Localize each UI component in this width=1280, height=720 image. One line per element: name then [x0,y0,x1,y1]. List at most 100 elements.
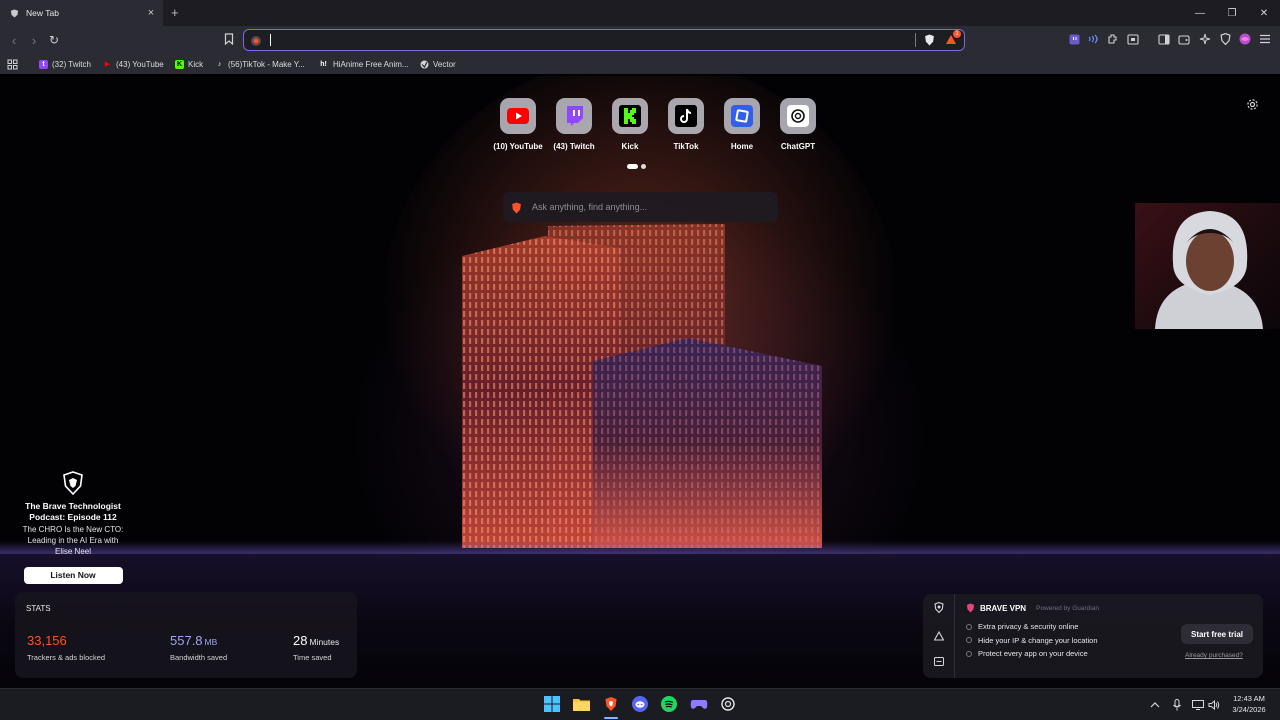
restore-button[interactable]: ❐ [1216,0,1248,26]
bookmark-label: (56)TikTok - Make Y... [228,59,305,69]
address-bar-divider [915,33,916,47]
top-site-tile[interactable] [500,98,536,134]
new-tab-button[interactable]: + [171,5,179,20]
minimize-button[interactable]: — [1184,0,1216,26]
file-explorer-icon[interactable] [572,695,590,713]
promo-description: The CHRO Is the New CTO: Leading in the … [22,525,124,556]
tiktok-icon [675,105,697,127]
search-box[interactable]: Ask anything, find anything... [503,192,778,222]
start-free-trial-button[interactable]: Start free trial [1181,624,1253,644]
vector-icon [420,60,429,69]
check-circle-icon [966,650,972,657]
bookmark-hianime[interactable]: h! HiAnime Free Anim... [318,57,409,71]
top-sites-pager [627,164,646,169]
chatgpt-icon[interactable] [719,695,737,713]
bookmark-tiktok[interactable]: ♪ (56)TikTok - Make Y... [215,57,305,71]
tab-strip: New Tab × + — ❐ ✕ [0,0,1280,26]
address-bar[interactable]: 1 [243,29,965,51]
chatgpt-icon [787,105,809,127]
top-site-tile[interactable] [556,98,592,134]
game-controller-icon[interactable] [690,695,708,713]
sidebar-icon[interactable] [1157,32,1171,46]
system-clock[interactable]: 12:43 AM 3/24/2026 [1222,693,1276,715]
volume-icon[interactable] [1207,698,1221,712]
already-purchased-link[interactable]: Already purchased? [1185,652,1243,659]
person-silhouette [1155,211,1263,329]
stat-label: Time saved [293,653,332,662]
discord-icon[interactable] [631,695,649,713]
back-button[interactable]: ‹ [6,32,22,48]
top-site-tiktok[interactable]: TikTok [664,98,708,151]
wallet-icon[interactable] [1177,32,1191,46]
vpn-shield-icon[interactable] [933,602,944,613]
microphone-icon[interactable] [1170,698,1184,712]
top-site-tile[interactable] [780,98,816,134]
top-site-youtube[interactable]: (10) YouTube [493,98,543,151]
brave-shields-icon[interactable] [922,33,936,47]
tab-new-tab[interactable]: New Tab × [0,0,163,26]
apps-grid-icon[interactable] [7,57,18,71]
active-app-indicator [604,717,618,719]
kick-icon: K [175,59,184,69]
spotify-icon[interactable] [660,695,678,713]
brave-vpn-icon [966,603,975,613]
twitch-extension-icon[interactable] [1067,32,1081,46]
menu-icon[interactable] [1258,32,1272,46]
bookmark-label: Kick [188,59,204,69]
vpn-feature-text: Protect every app on your device [978,649,1088,659]
close-window-button[interactable]: ✕ [1248,0,1280,26]
bookmark-vector[interactable]: Vector [420,57,456,71]
brave-shield-icon [10,8,19,18]
vpn-powered-by: Powered by Guardian [1036,604,1099,612]
gear-icon[interactable] [1246,98,1259,111]
extensions-icon[interactable] [1106,32,1120,46]
vpn-feature: Hide your IP & change your location [966,634,1098,648]
top-site-twitch[interactable]: (43) Twitch [552,98,596,151]
audio-wave-icon[interactable] [1086,32,1100,46]
top-site-label: (10) YouTube [493,142,543,151]
bookmark-kick[interactable]: K Kick [175,57,203,71]
new-tab-page: (10) YouTube (43) Twitch Kick TikTok Hom… [0,76,1280,688]
vpn-brand: BRAVE VPN [980,603,1027,613]
chevron-up-icon[interactable] [1148,698,1162,712]
rewards-triangle-icon[interactable] [933,630,944,641]
brave-search-icon [511,201,522,214]
bookmark-twitch[interactable]: t (32) Twitch [39,57,91,71]
top-site-tile[interactable] [612,98,648,134]
site-info-icon[interactable] [250,34,262,46]
leo-ai-icon[interactable] [1198,32,1212,46]
bookmark-label: HiAnime Free Anim... [333,59,409,69]
listen-now-button[interactable]: Listen Now [23,567,123,584]
bookmark-youtube[interactable]: ▶ (43) YouTube [103,57,164,71]
text-caret [270,34,271,46]
address-input[interactable] [268,32,908,48]
screenshot-icon[interactable] [1126,32,1140,46]
tab-close-icon[interactable]: × [144,7,158,19]
bookmark-label: Vector [433,59,456,69]
bookmark-icon[interactable] [222,32,236,46]
top-site-tile[interactable] [724,98,760,134]
reload-button[interactable]: ↻ [46,32,62,48]
windows-start-icon[interactable] [543,695,561,713]
stat-value: 33,156 [27,633,67,648]
twitch-icon [567,106,583,126]
forward-button[interactable]: › [26,32,42,48]
profile-avatar-icon[interactable] [1238,32,1252,46]
vpn-shield-icon[interactable] [1218,32,1232,46]
rewards-badge: 1 [953,30,961,38]
promo-title: The Brave Technologist Podcast: Episode … [25,501,121,522]
vpn-feature: Protect every app on your device [966,647,1098,661]
brave-icon[interactable] [602,695,620,713]
top-site-tile[interactable] [668,98,704,134]
top-site-chatgpt[interactable]: ChatGPT [776,98,820,151]
check-circle-icon [966,623,972,630]
pager-dot-active[interactable] [627,164,638,169]
pager-dot[interactable] [641,164,646,169]
top-site-kick[interactable]: Kick [608,98,652,151]
news-card-icon[interactable] [933,656,944,667]
stats-widget: STATS 33,156 Trackers & ads blocked 557.… [15,592,357,678]
network-icon[interactable] [1191,698,1205,712]
youtube-icon [507,108,529,124]
top-site-label: Home [730,142,754,151]
top-site-home[interactable]: Home [720,98,764,151]
